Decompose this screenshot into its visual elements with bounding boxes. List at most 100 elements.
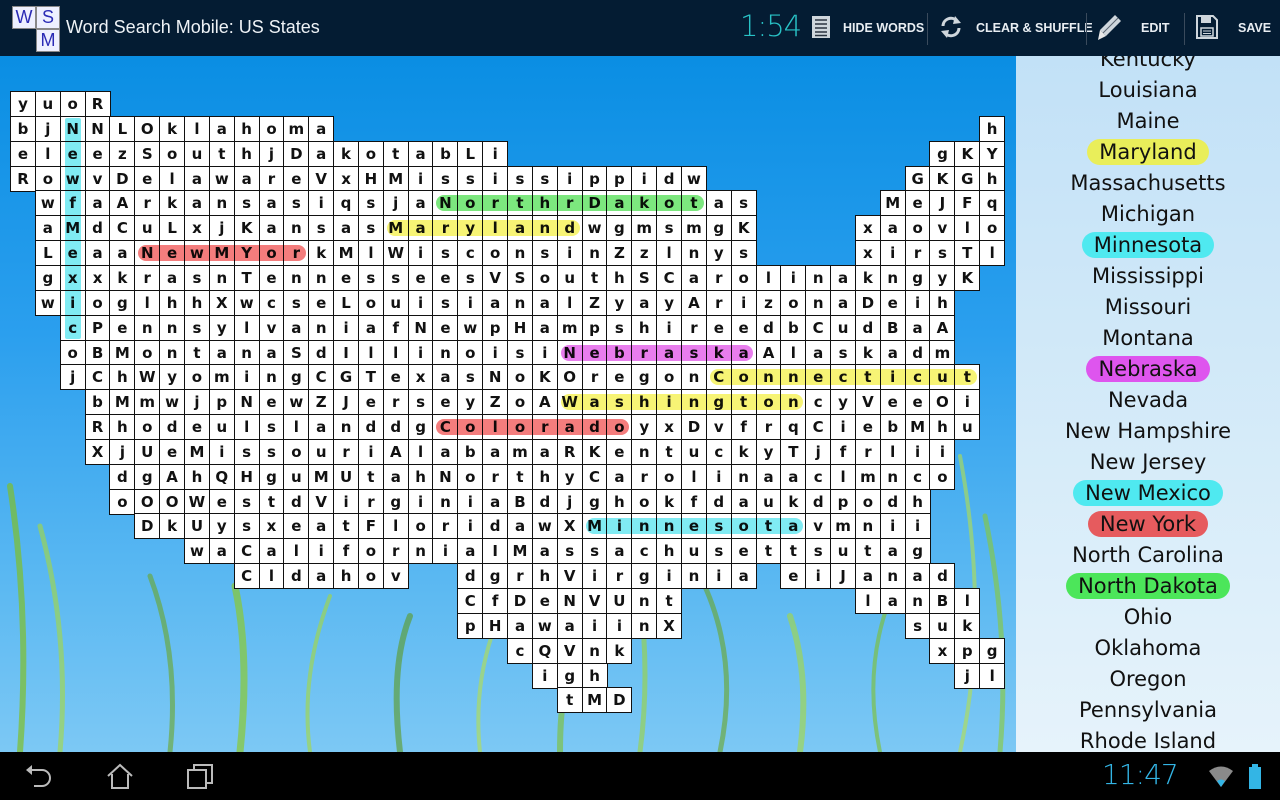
- grid-cell[interactable]: o: [134, 339, 161, 366]
- grid-cell[interactable]: a: [357, 314, 384, 341]
- grid-cell[interactable]: d: [84, 215, 111, 242]
- grid-cell[interactable]: o: [780, 289, 807, 316]
- grid-cell[interactable]: a: [432, 364, 459, 391]
- grid-cell[interactable]: o: [84, 289, 111, 316]
- grid-cell[interactable]: a: [482, 438, 509, 465]
- save-button[interactable]: SAVE: [1196, 0, 1271, 56]
- grid-cell[interactable]: o: [159, 140, 186, 167]
- grid-cell[interactable]: a: [233, 165, 260, 192]
- grid-cell[interactable]: o: [531, 264, 558, 291]
- grid-cell[interactable]: a: [258, 190, 285, 217]
- grid-cell[interactable]: d: [656, 165, 683, 192]
- grid-cell[interactable]: a: [904, 314, 931, 341]
- grid-cell[interactable]: n: [581, 240, 608, 267]
- grid-cell[interactable]: i: [531, 662, 558, 689]
- grid-cell[interactable]: i: [407, 289, 434, 316]
- grid-cell[interactable]: o: [730, 264, 757, 291]
- grid-cell[interactable]: g: [929, 140, 956, 167]
- grid-cell[interactable]: j: [258, 140, 285, 167]
- grid-cell[interactable]: n: [854, 513, 881, 540]
- grid-cell[interactable]: s: [929, 240, 956, 267]
- grid-cell[interactable]: e: [183, 414, 210, 441]
- grid-cell[interactable]: s: [705, 538, 732, 565]
- grid-cell[interactable]: y: [556, 463, 583, 490]
- grid-cell[interactable]: r: [581, 364, 608, 391]
- grid-cell[interactable]: o: [457, 463, 484, 490]
- grid-cell[interactable]: a: [208, 115, 235, 142]
- grid-cell[interactable]: n: [680, 240, 707, 267]
- grid-cell[interactable]: X: [556, 513, 583, 540]
- grid-cell[interactable]: t: [780, 538, 807, 565]
- grid-cell[interactable]: l: [407, 438, 434, 465]
- grid-cell[interactable]: s: [382, 264, 409, 291]
- grid-cell[interactable]: y: [208, 513, 235, 540]
- grid-cell[interactable]: a: [482, 488, 509, 515]
- grid-cell[interactable]: t: [258, 488, 285, 515]
- grid-cell[interactable]: o: [507, 389, 533, 416]
- grid-cell[interactable]: e: [879, 289, 906, 316]
- grid-cell[interactable]: a: [507, 513, 533, 540]
- grid-cell[interactable]: k: [656, 488, 683, 515]
- grid-cell[interactable]: D: [109, 165, 136, 192]
- grid-cell[interactable]: g: [407, 414, 434, 441]
- grid-cell[interactable]: R: [556, 438, 583, 465]
- grid-cell[interactable]: u: [382, 289, 409, 316]
- grid-cell[interactable]: a: [283, 314, 310, 341]
- grid-cell[interactable]: f: [830, 438, 857, 465]
- grid-cell[interactable]: K: [954, 264, 981, 291]
- grid-cell[interactable]: i: [457, 289, 484, 316]
- grid-cell[interactable]: B: [84, 339, 111, 366]
- grid-cell[interactable]: s: [233, 190, 260, 217]
- grid-cell[interactable]: r: [705, 264, 732, 291]
- grid-cell[interactable]: p: [606, 165, 633, 192]
- grid-cell[interactable]: l: [830, 463, 857, 490]
- grid-cell[interactable]: i: [308, 190, 335, 217]
- grid-cell[interactable]: n: [631, 438, 658, 465]
- grid-cell[interactable]: l: [656, 240, 683, 267]
- grid-cell[interactable]: N: [556, 588, 583, 614]
- grid-cell[interactable]: n: [432, 339, 459, 366]
- grid-cell[interactable]: y: [159, 364, 186, 391]
- grid-cell[interactable]: P: [84, 314, 111, 341]
- grid-cell[interactable]: o: [854, 488, 881, 515]
- grid-cell[interactable]: s: [730, 240, 757, 267]
- grid-cell[interactable]: i: [656, 314, 683, 341]
- grid-cell[interactable]: e: [134, 165, 161, 192]
- grid-cell[interactable]: b: [10, 115, 36, 142]
- grid-cell[interactable]: k: [854, 339, 881, 366]
- grid-cell[interactable]: t: [581, 264, 608, 291]
- grid-cell[interactable]: e: [606, 364, 633, 391]
- grid-cell[interactable]: a: [830, 264, 857, 291]
- grid-cell[interactable]: k: [780, 488, 807, 515]
- grid-cell[interactable]: a: [308, 115, 335, 142]
- grid-cell[interactable]: K: [929, 165, 956, 192]
- grid-cell[interactable]: a: [208, 538, 235, 565]
- grid-cell[interactable]: D: [283, 140, 310, 167]
- grid-cell[interactable]: j: [183, 389, 210, 416]
- grid-cell[interactable]: f: [680, 488, 707, 515]
- grid-cell[interactable]: i: [929, 438, 956, 465]
- grid-cell[interactable]: J: [929, 190, 956, 217]
- grid-cell[interactable]: a: [531, 438, 558, 465]
- grid-cell[interactable]: i: [606, 612, 633, 639]
- grid-cell[interactable]: U: [134, 438, 161, 465]
- grid-cell[interactable]: A: [531, 389, 558, 416]
- grid-cell[interactable]: a: [258, 538, 285, 565]
- grid-cell[interactable]: x: [854, 240, 881, 267]
- grid-cell[interactable]: w: [34, 289, 61, 316]
- grid-cell[interactable]: a: [879, 339, 906, 366]
- grid-cell[interactable]: i: [954, 389, 981, 416]
- grid-cell[interactable]: d: [929, 563, 956, 590]
- grid-cell[interactable]: i: [208, 438, 235, 465]
- grid-cell[interactable]: l: [34, 140, 61, 167]
- grid-cell[interactable]: V: [556, 563, 583, 590]
- grid-cell[interactable]: n: [631, 612, 658, 639]
- grid-cell[interactable]: r: [854, 438, 881, 465]
- grid-cell[interactable]: h: [407, 463, 434, 490]
- grid-cell[interactable]: l: [283, 538, 310, 565]
- grid-cell[interactable]: a: [457, 538, 484, 565]
- grid-cell[interactable]: i: [879, 240, 906, 267]
- grid-cell[interactable]: j: [59, 364, 86, 391]
- grid-cell[interactable]: s: [556, 538, 583, 565]
- grid-cell[interactable]: m: [507, 438, 533, 465]
